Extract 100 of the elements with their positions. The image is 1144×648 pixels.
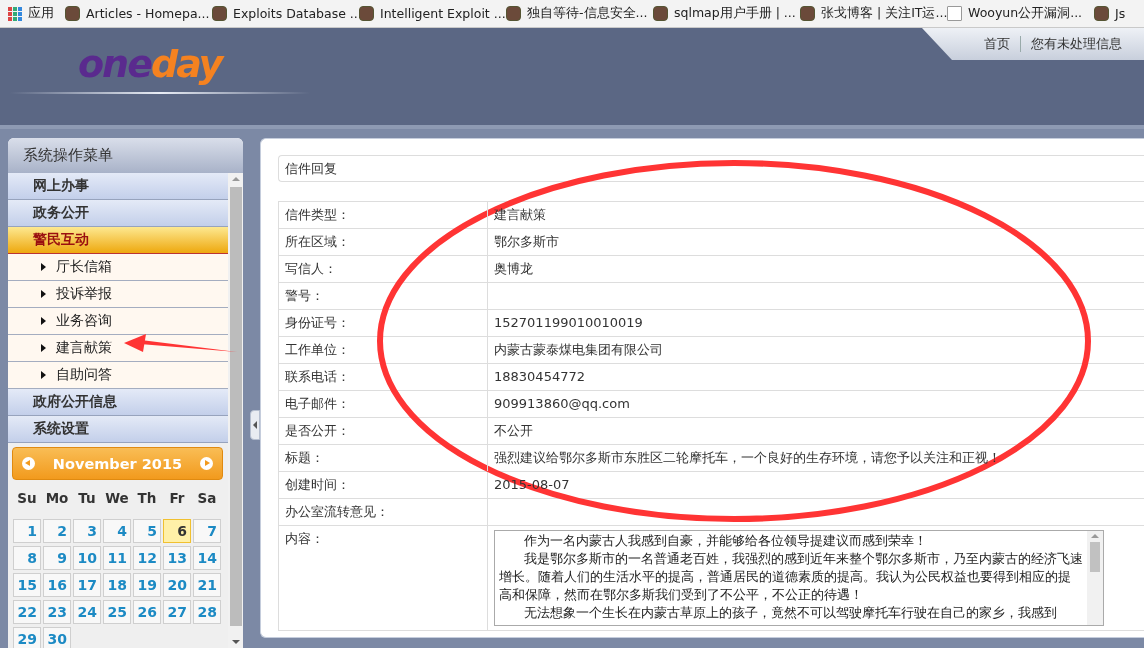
site-icon: [1094, 6, 1109, 21]
calendar-day[interactable]: 13: [163, 546, 191, 570]
menu-item[interactable]: 政府公开信息: [8, 389, 228, 416]
calendar-day[interactable]: 2: [43, 519, 71, 543]
bookmark-link[interactable]: sqlmap用户手册 | ...: [653, 5, 800, 22]
field-value: 建言献策: [493, 206, 547, 224]
nav-link[interactable]: 首页: [984, 35, 1010, 53]
field-label: 身份证号：: [279, 310, 488, 336]
calendar-day[interactable]: 23: [43, 600, 71, 624]
field-label: 创建时间：: [279, 472, 488, 498]
collapse-handle[interactable]: [250, 410, 260, 440]
site-icon: [506, 6, 521, 21]
calendar-day[interactable]: 30: [43, 627, 71, 648]
weekday-label: Sa: [196, 489, 218, 508]
calendar-day[interactable]: 25: [103, 600, 131, 624]
weekday-label: Th: [136, 489, 158, 508]
calendar-day[interactable]: 8: [13, 546, 41, 570]
weekday-label: Mo: [44, 489, 70, 508]
bookmark-link[interactable]: 应用: [8, 5, 65, 22]
submenu-item[interactable]: 厅长信箱: [8, 254, 228, 281]
calendar-day[interactable]: 17: [73, 573, 101, 597]
weekday-label: Su: [16, 489, 38, 508]
site-icon: [65, 6, 80, 21]
menu-item[interactable]: 政务公开: [8, 200, 228, 227]
field-label: 是否公开：: [279, 418, 488, 444]
calendar-day[interactable]: 12: [133, 546, 161, 570]
submenu-item[interactable]: 投诉举报: [8, 281, 228, 308]
field-value: 18830454772: [493, 368, 586, 386]
content-field[interactable]: 作为一名内蒙古人我感到自豪，并能够给各位领导提建议而感到荣幸！ 我是鄂尔多斯市的一名普通老百姓，我强烈的感到近年来整个鄂尔多斯市，乃至内蒙古的经济飞速增长。随着人们的生活水平的提高，普通居民的道德素质的提高。我认为公民权益也要得到相应的提高和保障，然而在鄂尔多斯我们受到了不公平，不公正的待遇！ 无法想象一个生长在内蒙古草原上的孩子，竟然不可以驾驶摩托车行驶在自己的家乡，我感到: [494, 530, 1104, 626]
calendar-day[interactable]: 1: [13, 519, 41, 543]
logo: oneday: [78, 44, 225, 84]
calendar-day[interactable]: 20: [163, 573, 191, 597]
calendar-day[interactable]: 7: [193, 519, 221, 543]
field-label: 办公室流转意见：: [279, 499, 488, 525]
calendar-day[interactable]: 24: [73, 600, 101, 624]
content-paragraph: 我是鄂尔多斯市的一名普通老百姓，我强烈的感到近年来整个鄂尔多斯市，乃至内蒙古的经济飞速增长。随着人们的生活水平的提高，普通居民的道德素质的提高。我认为公民权益也要得到相应的提高和保障，然而在鄂尔多斯我们受到了不公平，不公正的待遇！: [499, 550, 1083, 604]
triangle-icon: [41, 263, 46, 271]
calendar-day[interactable]: 15: [13, 573, 41, 597]
field-value: 鄂尔多斯市: [493, 233, 560, 251]
menu-item[interactable]: 网上办事: [8, 173, 228, 200]
calendar-day[interactable]: 11: [103, 546, 131, 570]
calendar-day[interactable]: 21: [193, 573, 221, 597]
triangle-icon: [41, 290, 46, 298]
bookmark-link[interactable]: Wooyun公开漏洞...: [947, 5, 1094, 22]
field-value: 909913860@qq.com: [493, 395, 631, 413]
content-paragraph: 无法想象一个生长在内蒙古草原上的孩子，竟然不可以驾驶摩托车行驶在自己的家乡，我感到: [523, 604, 1058, 622]
field-label: 信件类型：: [279, 202, 488, 228]
submenu-item[interactable]: 自助问答: [8, 362, 228, 389]
menu-item[interactable]: 警民互动: [8, 227, 228, 254]
calendar-day[interactable]: 14: [193, 546, 221, 570]
calendar-day[interactable]: 16: [43, 573, 71, 597]
calendar-day[interactable]: 5: [133, 519, 161, 543]
page-icon: [947, 6, 962, 21]
calendar-day[interactable]: 28: [193, 600, 221, 624]
field-label: 所在区域：: [279, 229, 488, 255]
field-label: 警号：: [279, 283, 488, 309]
calendar-day[interactable]: 4: [103, 519, 131, 543]
bookmark-link[interactable]: Exploits Database ...: [212, 6, 359, 21]
bookmark-link[interactable]: Intelligent Exploit ...: [359, 6, 506, 21]
next-month-button[interactable]: [200, 457, 213, 470]
scrollbar[interactable]: [1087, 531, 1103, 625]
sidebar-title: 系统操作菜单: [8, 138, 243, 173]
calendar-day[interactable]: 27: [163, 600, 191, 624]
panel-title: 信件回复: [278, 155, 1144, 182]
calendar-day[interactable]: 19: [133, 573, 161, 597]
submenu-item[interactable]: 建言献策: [8, 335, 228, 362]
bookmark-link[interactable]: 张戈博客 | 关注IT运...: [800, 5, 947, 22]
triangle-icon: [41, 371, 46, 379]
calendar-day[interactable]: 18: [103, 573, 131, 597]
bookmark-link[interactable]: Js: [1094, 6, 1144, 21]
calendar-day[interactable]: 29: [13, 627, 41, 648]
weekday-label: Tu: [77, 489, 97, 508]
calendar-day[interactable]: 3: [73, 519, 101, 543]
calendar-month: November 2015: [52, 455, 183, 472]
bookmark-link[interactable]: 独自等待-信息安全...: [506, 5, 653, 22]
calendar-day[interactable]: 22: [13, 600, 41, 624]
field-value: 奥博龙: [493, 260, 534, 278]
field-label: 标题：: [279, 445, 488, 471]
content-paragraph: 作为一名内蒙古人我感到自豪，并能够给各位领导提建议而感到荣幸！: [523, 532, 928, 550]
nav-link[interactable]: 您有未处理信息: [1031, 35, 1122, 53]
field-label: 写信人：: [279, 256, 488, 282]
site-icon: [212, 6, 227, 21]
site-icon: [800, 6, 815, 21]
bookmark-link[interactable]: Articles - Homepa...: [65, 6, 212, 21]
scrollbar[interactable]: [228, 173, 243, 648]
menu-item[interactable]: 系统设置: [8, 416, 228, 443]
site-icon: [359, 6, 374, 21]
field-value: 内蒙古蒙泰煤电集团有限公司: [493, 341, 664, 359]
field-label: 电子邮件：: [279, 391, 488, 417]
calendar-day[interactable]: 10: [73, 546, 101, 570]
calendar-day[interactable]: 6: [163, 519, 191, 543]
prev-month-button[interactable]: [22, 457, 35, 470]
weekday-label: Fr: [168, 489, 186, 508]
calendar-day[interactable]: 26: [133, 600, 161, 624]
submenu-item[interactable]: 业务咨询: [8, 308, 228, 335]
site-icon: [653, 6, 668, 21]
field-value: 强烈建议给鄂尔多斯市东胜区二轮摩托车，一个良好的生存环境，请您予以关注和正视！: [493, 449, 1002, 467]
calendar-day[interactable]: 9: [43, 546, 71, 570]
field-label: 内容：: [279, 526, 488, 630]
field-label: 工作单位：: [279, 337, 488, 363]
